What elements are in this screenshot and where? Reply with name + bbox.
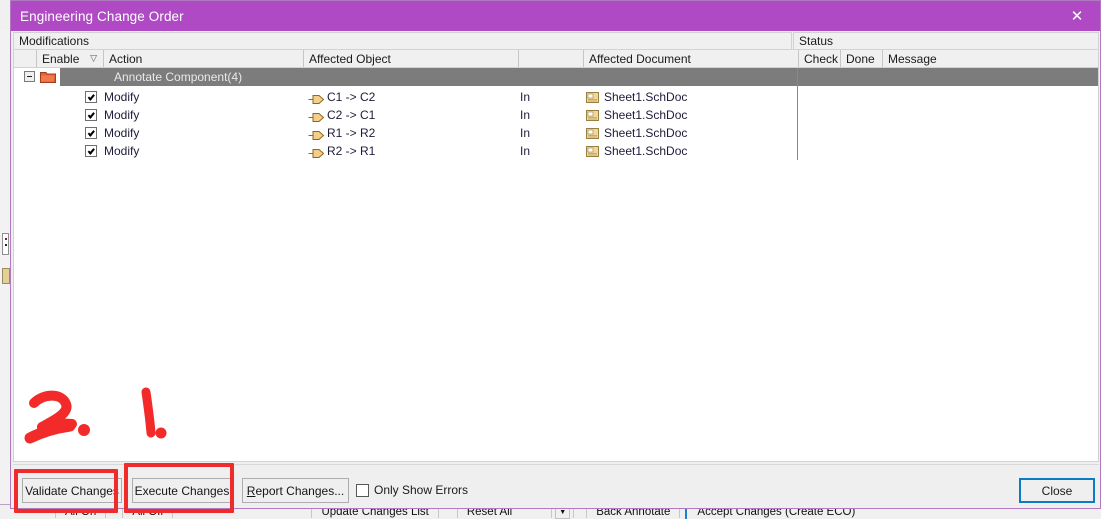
row-enable-checkbox[interactable] [85,145,97,157]
row-action: Modify [104,108,140,122]
component-pin-icon [308,129,325,140]
row-action: Modify [104,126,140,140]
background-marker-dot-2 [5,244,7,246]
schematic-document-icon [586,128,599,139]
schematic-document-icon [586,146,599,157]
column-header-action[interactable]: Action [104,50,304,67]
modifications-section-header: Modifications [13,32,792,49]
column-header-message-label: Message [888,51,937,66]
column-header-enable-label: Enable [42,51,80,66]
report-changes-mnemonic: R [246,483,256,498]
table-row[interactable]: Modify C1 -> C2 In Sheet1.SchDoc [14,88,1098,106]
row-direction: In [520,108,531,122]
component-pin-icon [308,93,325,104]
report-changes-button[interactable]: Report Changes... [242,478,349,503]
row-affected-document: Sheet1.SchDoc [604,90,688,104]
row-affected-object: R2 -> R1 [327,144,376,158]
folder-icon [40,70,56,83]
schematic-document-icon [586,110,599,121]
only-show-errors-checkbox[interactable] [356,484,369,497]
sort-ascending-icon[interactable]: ▽ [90,53,97,64]
row-affected-document: Sheet1.SchDoc [604,144,688,158]
row-action: Modify [104,144,140,158]
column-header-direction[interactable] [519,50,584,67]
row-direction: In [520,90,531,104]
row-affected-object: C1 -> C2 [327,90,376,104]
status-section-header: Status [793,32,1099,49]
modifications-label-text: Modifications [19,34,90,48]
annotation-highlight-validate-changes [14,469,118,513]
table-row[interactable]: Modify C2 -> C1 In Sheet1.SchDoc [14,106,1098,124]
table-row[interactable]: Modify R2 -> R1 In Sheet1.SchDoc [14,142,1098,160]
column-header-affected-document-label: Affected Document [589,51,691,66]
column-header-done-label: Done [846,51,875,66]
column-header-affected-object[interactable]: Affected Object [304,50,519,67]
annotation-highlight-execute-changes [124,463,234,513]
collapse-icon[interactable] [24,71,35,82]
schematic-document-icon [586,92,599,103]
row-direction: In [520,126,531,140]
column-header-affected-document[interactable]: Affected Document [584,50,799,67]
dialog-title: Engineering Change Order [20,8,184,24]
column-header-affected-object-label: Affected Object [309,51,391,66]
status-label-text: Status [799,34,834,48]
close-button[interactable]: Close [1019,478,1095,503]
changes-grid[interactable]: Annotate Component(4) Modify C1 -> C2 In… [13,68,1099,462]
row-affected-document: Sheet1.SchDoc [604,108,688,122]
column-header-check-label: Check [804,51,839,66]
engineering-change-order-dialog: Engineering Change Order ✕ Modifications… [10,0,1101,509]
column-header-handle [14,50,37,67]
only-show-errors-label: Only Show Errors [374,483,469,497]
column-header-action-label: Action [109,51,143,66]
background-marker-dot [5,238,7,240]
row-affected-object: C2 -> C1 [327,108,376,122]
row-direction: In [520,144,531,158]
column-header-done[interactable]: Done [841,50,883,67]
background-panel-item-2[interactable] [2,268,10,284]
close-icon[interactable]: ✕ [1054,1,1100,31]
column-header-message[interactable]: Message [883,50,1098,67]
row-enable-checkbox[interactable] [85,91,97,103]
row-enable-checkbox[interactable] [85,127,97,139]
row-action: Modify [104,90,140,104]
report-changes-label: eport Changes... [255,483,345,498]
column-header-check[interactable]: Check [799,50,841,67]
grid-group-row[interactable]: Annotate Component(4) [14,68,1098,86]
grid-column-header-row: Enable ▽ Action Affected Object Affected… [13,49,1099,68]
table-row[interactable]: Modify R1 -> R2 In Sheet1.SchDoc [14,124,1098,142]
component-pin-icon [308,111,325,122]
component-pin-icon [308,147,325,158]
background-panel-item-1[interactable] [2,233,9,255]
dialog-titlebar: Engineering Change Order ✕ [11,1,1100,31]
group-row-label: Annotate Component(4) [114,70,243,84]
row-affected-object: R1 -> R2 [327,126,376,140]
row-enable-checkbox[interactable] [85,109,97,121]
status-column-separator [797,68,798,160]
row-affected-document: Sheet1.SchDoc [604,126,688,140]
column-header-enable[interactable]: Enable ▽ [37,50,104,67]
